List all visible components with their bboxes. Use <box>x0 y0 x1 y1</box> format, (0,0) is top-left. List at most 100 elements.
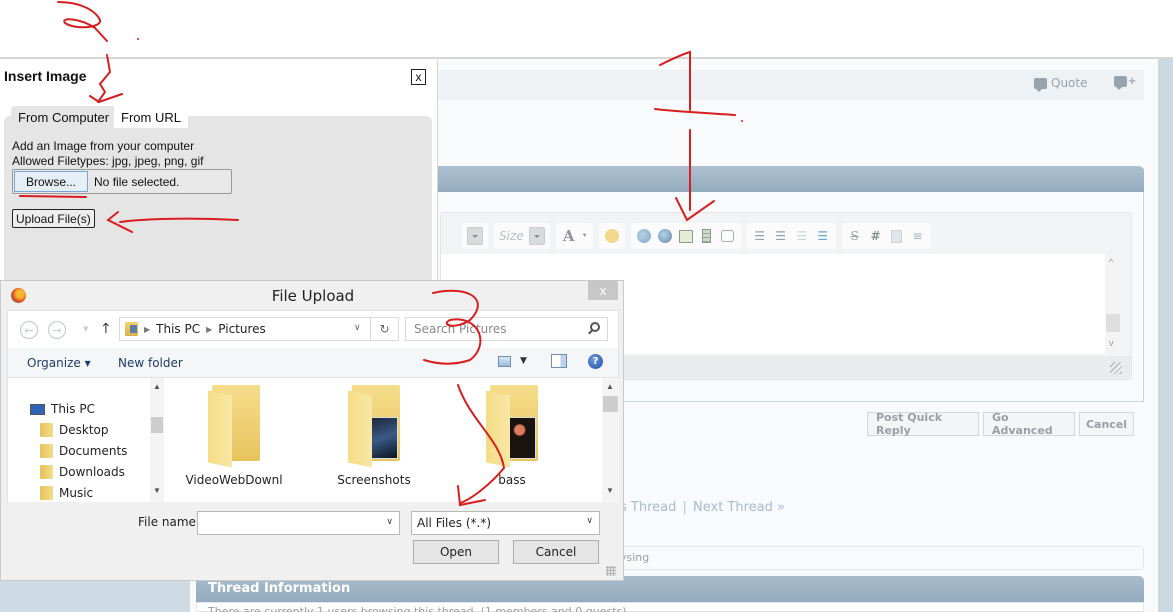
tree-item-music[interactable]: Music <box>40 486 93 500</box>
quote-button[interactable]: Quote <box>1034 76 1088 92</box>
scroll-up-icon[interactable]: ▲ <box>153 382 161 391</box>
page-right-margin <box>1158 59 1173 612</box>
close-button[interactable]: x <box>411 69 426 85</box>
address-bar[interactable]: ▶ This PC ▶ Pictures ∨ ↻ <box>119 317 399 341</box>
file-list: VideoWebDownl Screenshots bass <box>164 378 602 502</box>
browse-button[interactable]: Browse... <box>14 171 89 192</box>
editor-scrollbar[interactable]: ^ v <box>1105 254 1121 354</box>
tree-item-this-pc[interactable]: This PC <box>30 402 95 416</box>
strikethrough-icon[interactable]: S <box>847 228 863 244</box>
preview-pane-icon[interactable] <box>551 354 567 368</box>
insert-group <box>630 223 741 249</box>
thread-information-title: Thread Information <box>208 581 351 596</box>
folder-item[interactable]: VideoWebDownl <box>174 383 294 487</box>
tree-label: Desktop <box>59 423 109 437</box>
users-browsing-label: ysing <box>620 551 650 564</box>
forward-arrow-icon[interactable]: → <box>48 321 66 339</box>
paste-icon[interactable] <box>889 228 905 244</box>
cancel-button[interactable]: Cancel <box>513 540 599 564</box>
cancel-reply-button[interactable]: Cancel <box>1079 412 1134 436</box>
tree-label: Downloads <box>59 465 125 479</box>
change-view-icon[interactable] <box>498 356 511 367</box>
multiquote-button[interactable]: + <box>1114 76 1136 90</box>
tree-item-downloads[interactable]: Downloads <box>40 465 125 479</box>
chevron-down-icon[interactable]: ∨ <box>386 516 393 527</box>
open-button[interactable]: Open <box>413 540 499 564</box>
nav-separator: | <box>682 500 687 515</box>
scroll-up-icon[interactable]: ▲ <box>606 382 614 391</box>
previous-thread-link[interactable]: s Thread <box>620 500 676 515</box>
tree-item-desktop[interactable]: Desktop <box>40 423 109 437</box>
smilie-icon[interactable] <box>604 228 620 244</box>
breadcrumb-this-pc[interactable]: This PC <box>156 322 200 336</box>
misc-group: S # ≡ <box>841 223 931 249</box>
recent-locations-icon[interactable]: ▼ <box>83 325 88 333</box>
resize-grip-icon[interactable] <box>1110 362 1122 374</box>
tree-item-documents[interactable]: Documents <box>40 444 127 458</box>
command-bar: Organize ▾ New folder ▼ ? <box>7 348 619 378</box>
annotation-dot <box>137 38 139 40</box>
scroll-thumb[interactable] <box>151 417 163 433</box>
post-quick-reply-button[interactable]: Post Quick Reply <box>867 411 979 437</box>
file-name-input[interactable]: ∨ <box>197 511 400 535</box>
refresh-icon[interactable]: ↻ <box>370 318 398 340</box>
chevron-down-icon[interactable]: ∨ <box>354 323 361 333</box>
search-input[interactable]: Search Pictures <box>405 317 608 341</box>
go-advanced-button[interactable]: Go Advanced <box>983 411 1075 437</box>
remove-link-icon[interactable] <box>657 228 673 244</box>
folder-name: Screenshots <box>337 473 411 487</box>
ordered-list-icon[interactable]: ☰ <box>752 228 768 244</box>
up-arrow-icon[interactable]: ↑ <box>100 321 112 337</box>
size-dropdown[interactable] <box>528 227 545 245</box>
folder-item[interactable]: Screenshots <box>314 383 434 487</box>
indent-icon[interactable]: ☰ <box>815 228 831 244</box>
navigation-tree: This PC Desktop Documents Downloads Musi… <box>7 378 164 502</box>
color-group: A ▼ <box>555 223 593 249</box>
dialog-title: Insert Image <box>4 68 87 84</box>
scroll-thumb[interactable] <box>603 396 618 412</box>
tab-from-url[interactable]: From URL <box>114 106 188 128</box>
resize-grip-icon[interactable] <box>606 566 616 576</box>
quote-speech-icon[interactable] <box>720 228 736 244</box>
insert-video-icon[interactable] <box>699 228 715 244</box>
pictures-folder-icon <box>125 322 138 336</box>
outdent-icon[interactable]: ☰ <box>794 228 810 244</box>
multiquote-icon <box>1114 76 1127 90</box>
upload-files-button[interactable]: Upload File(s) <box>12 209 95 228</box>
insert-image-icon[interactable] <box>678 228 694 244</box>
scroll-down-icon[interactable]: ▼ <box>606 486 614 495</box>
tree-scrollbar[interactable]: ▲ ▼ <box>150 378 164 502</box>
file-input[interactable]: Browse... No file selected. <box>12 169 232 194</box>
files-scrollbar[interactable]: ▲ ▼ <box>602 378 619 502</box>
insert-image-dialog: Insert Image x From Computer From URL Ad… <box>0 59 438 284</box>
scroll-thumb[interactable] <box>1106 314 1120 332</box>
next-thread-link[interactable]: Next Thread » <box>693 500 785 515</box>
font-dropdown[interactable] <box>467 227 483 245</box>
file-type-select[interactable]: All Files (*.*) ∨ <box>411 511 600 535</box>
search-placeholder: Search Pictures <box>414 322 507 336</box>
tab-from-computer[interactable]: From Computer <box>11 106 117 128</box>
folder-item[interactable]: bass <box>452 383 572 487</box>
quote-icon <box>1034 77 1047 92</box>
dialog-title: File Upload <box>271 287 355 305</box>
back-arrow-icon[interactable]: ← <box>20 321 38 339</box>
scroll-up-icon[interactable]: ^ <box>1109 257 1113 267</box>
horizontal-rule-icon[interactable]: ≡ <box>910 228 926 244</box>
hash-code-icon[interactable]: # <box>868 228 884 244</box>
close-button[interactable]: x <box>588 281 618 300</box>
text-color-icon[interactable]: A <box>561 227 577 245</box>
scroll-down-icon[interactable]: ▼ <box>153 486 161 495</box>
scroll-down-icon[interactable]: v <box>1109 338 1114 348</box>
thread-navigation: s Thread | Next Thread » <box>620 500 785 515</box>
size-group: Size <box>494 223 550 249</box>
documents-folder-icon <box>40 444 53 458</box>
breadcrumb-pictures[interactable]: Pictures <box>218 322 266 336</box>
chevron-down-icon[interactable]: ▼ <box>520 356 527 366</box>
quote-label: Quote <box>1051 76 1088 90</box>
organize-button[interactable]: Organize ▾ <box>27 356 91 370</box>
help-icon[interactable]: ? <box>588 354 603 369</box>
new-folder-button[interactable]: New folder <box>118 356 183 370</box>
search-icon[interactable] <box>590 322 600 332</box>
unordered-list-icon[interactable]: ☰ <box>773 228 789 244</box>
insert-link-icon[interactable] <box>636 228 652 244</box>
